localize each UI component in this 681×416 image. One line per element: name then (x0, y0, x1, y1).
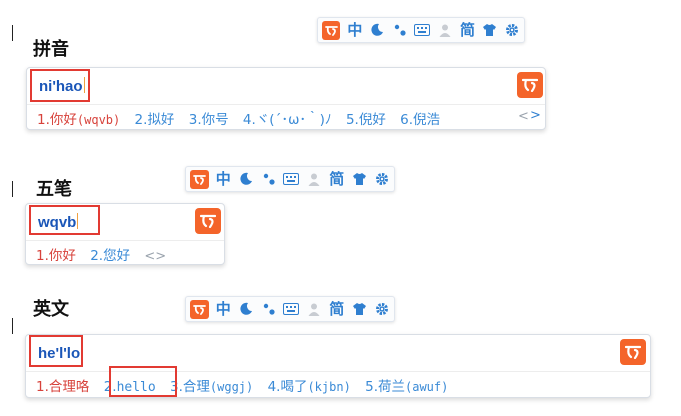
keyboard-icon[interactable] (283, 171, 300, 187)
section-label-english: 英文 (33, 299, 69, 320)
candidate-code: (kjbn) (307, 380, 351, 394)
settings-gear-icon[interactable] (505, 22, 521, 38)
keyboard-icon[interactable] (283, 301, 300, 317)
punctuation-dots-icon[interactable] (261, 301, 277, 317)
candidate-code: (wggj) (209, 380, 254, 394)
chinese-mode-toggle[interactable]: 中 (347, 22, 362, 38)
candidate-item[interactable]: 2.拟好 (135, 112, 175, 128)
sogou-logo-icon[interactable] (190, 169, 209, 189)
candidate-list: 1.你好(wqvb) 2.拟好 3.你号 4.ヾ(´･ω･｀)ﾉ 5.倪好 6.… (37, 108, 450, 128)
simplified-chinese-toggle[interactable]: 简 (460, 22, 475, 38)
candidate-index: 4. (267, 379, 281, 395)
chinese-mode-toggle[interactable]: 中 (216, 301, 231, 317)
candidate-item[interactable]: 1.你好 (36, 248, 76, 264)
sogou-logo-icon[interactable] (517, 72, 543, 98)
candidate-index: 4. (242, 112, 256, 128)
page-nav-arrows[interactable]: <> (144, 249, 166, 264)
candidate-text: 你好 (49, 112, 77, 128)
candidate-text: 合理咯 (48, 379, 90, 395)
simplified-chinese-toggle[interactable]: 简 (329, 171, 344, 187)
ime-status-toolbar[interactable]: 中 简 (185, 166, 395, 192)
sogou-logo-icon[interactable] (322, 20, 341, 40)
candidate-item[interactable]: 5.倪好 (346, 112, 386, 128)
skin-tshirt-icon[interactable] (482, 22, 498, 38)
text-cursor (12, 25, 13, 41)
candidate-item[interactable]: 1.你好(wqvb) (37, 112, 120, 128)
candidate-index: 5. (345, 112, 359, 128)
chinese-mode-toggle[interactable]: 中 (216, 171, 231, 187)
candidate-index: 1. (36, 379, 49, 395)
sogou-logo-icon[interactable] (620, 339, 646, 365)
candidate-index: 2. (134, 112, 148, 128)
candidate-index: 1. (37, 112, 50, 128)
candidate-text: ヾ(´･ω･｀)ﾉ (255, 112, 332, 128)
prev-page-button[interactable]: < (518, 109, 529, 124)
sogou-logo-icon[interactable] (195, 208, 221, 234)
candidate-item[interactable]: 1.合理咯 (36, 379, 89, 395)
highlight-box (29, 205, 100, 235)
candidate-text: 你号 (201, 112, 229, 128)
candidate-item[interactable]: 4.喝了(kjbn) (268, 379, 351, 395)
candidate-item[interactable]: 6.倪浩 (400, 112, 440, 128)
candidate-item[interactable]: 3.你号 (189, 112, 229, 128)
candidate-index: 6. (400, 112, 414, 128)
candidate-index: 1. (36, 248, 49, 264)
candidate-text: 喝了 (280, 379, 308, 395)
candidate-item[interactable]: 2.您好 (90, 248, 130, 264)
next-page-button[interactable]: > (530, 108, 541, 123)
candidate-window-pinyin: ni'hao 1.你好(wqvb) 2.拟好 3.你号 4.ヾ(´･ω･｀)ﾉ … (26, 67, 546, 130)
candidate-text: 倪浩 (413, 112, 441, 128)
text-cursor (12, 181, 13, 197)
moon-punctuation-icon[interactable] (369, 22, 385, 38)
settings-gear-icon[interactable] (374, 171, 390, 187)
highlight-box (30, 69, 90, 102)
candidate-item[interactable]: 3.合理(wggj) (170, 379, 253, 395)
candidate-text: 你好 (48, 248, 76, 264)
candidate-item[interactable]: 5.荷兰(awuf) (365, 379, 448, 395)
candidate-index: 5. (365, 379, 378, 395)
sogou-logo-icon[interactable] (190, 299, 209, 319)
candidate-text: 倪好 (358, 112, 386, 128)
candidate-text: 拟好 (147, 112, 175, 128)
user-account-icon[interactable] (437, 22, 453, 38)
candidate-index: 2. (90, 248, 104, 264)
skin-tshirt-icon[interactable] (351, 171, 367, 187)
section-label-wubi: 五笔 (36, 179, 72, 200)
user-account-icon[interactable] (306, 171, 322, 187)
candidate-code: (awuf) (405, 380, 449, 394)
candidate-code: (wqvb) (76, 113, 121, 127)
skin-tshirt-icon[interactable] (351, 301, 367, 317)
candidate-item[interactable]: 4.ヾ(´･ω･｀)ﾉ (243, 112, 332, 128)
section-label-pinyin: 拼音 (33, 39, 69, 60)
simplified-chinese-toggle[interactable]: 简 (329, 301, 344, 317)
punctuation-dots-icon[interactable] (261, 171, 277, 187)
candidate-list: 1.你好 2.您好 <> (36, 244, 166, 264)
moon-punctuation-icon[interactable] (238, 171, 254, 187)
highlight-box (29, 335, 83, 367)
candidate-text: 荷兰 (378, 379, 405, 395)
punctuation-dots-icon[interactable] (392, 22, 408, 38)
ime-status-toolbar[interactable]: 中 简 (317, 17, 525, 43)
ime-status-toolbar[interactable]: 中 简 (185, 296, 395, 322)
keyboard-icon[interactable] (414, 22, 431, 38)
composition-row: ni'hao (27, 68, 545, 105)
candidate-index: 3. (188, 112, 202, 128)
user-account-icon[interactable] (306, 301, 322, 317)
highlight-box (109, 366, 177, 397)
candidate-text: 您好 (103, 248, 131, 264)
settings-gear-icon[interactable] (374, 301, 390, 317)
candidate-text: 合理 (182, 379, 210, 395)
moon-punctuation-icon[interactable] (238, 301, 254, 317)
text-cursor (12, 318, 13, 334)
